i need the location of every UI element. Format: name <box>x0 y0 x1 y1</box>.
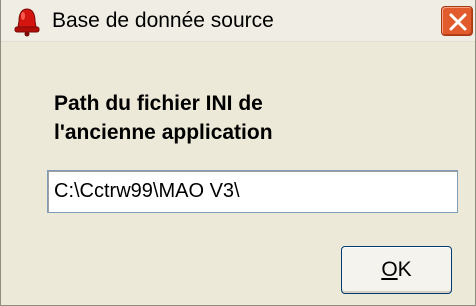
close-button[interactable] <box>441 6 473 36</box>
ok-mnemonic: O <box>381 258 398 281</box>
close-icon <box>449 13 467 31</box>
ini-path-input[interactable] <box>47 170 458 213</box>
dialog-window: Base de donnée source Path du fichier IN… <box>0 0 476 306</box>
title-bar[interactable]: Base de donnée source <box>1 0 475 42</box>
ok-label-rest: K <box>397 258 412 281</box>
prompt-line-2: l'ancienne application <box>54 121 273 144</box>
path-prompt-label: Path du fichier INI de l'ancienne applic… <box>54 89 434 147</box>
prompt-line-1: Path du fichier INI de <box>54 92 263 115</box>
red-bell-icon[interactable] <box>10 7 44 37</box>
ok-button[interactable]: OK <box>341 246 452 294</box>
window-title: Base de donnée source <box>52 9 274 32</box>
